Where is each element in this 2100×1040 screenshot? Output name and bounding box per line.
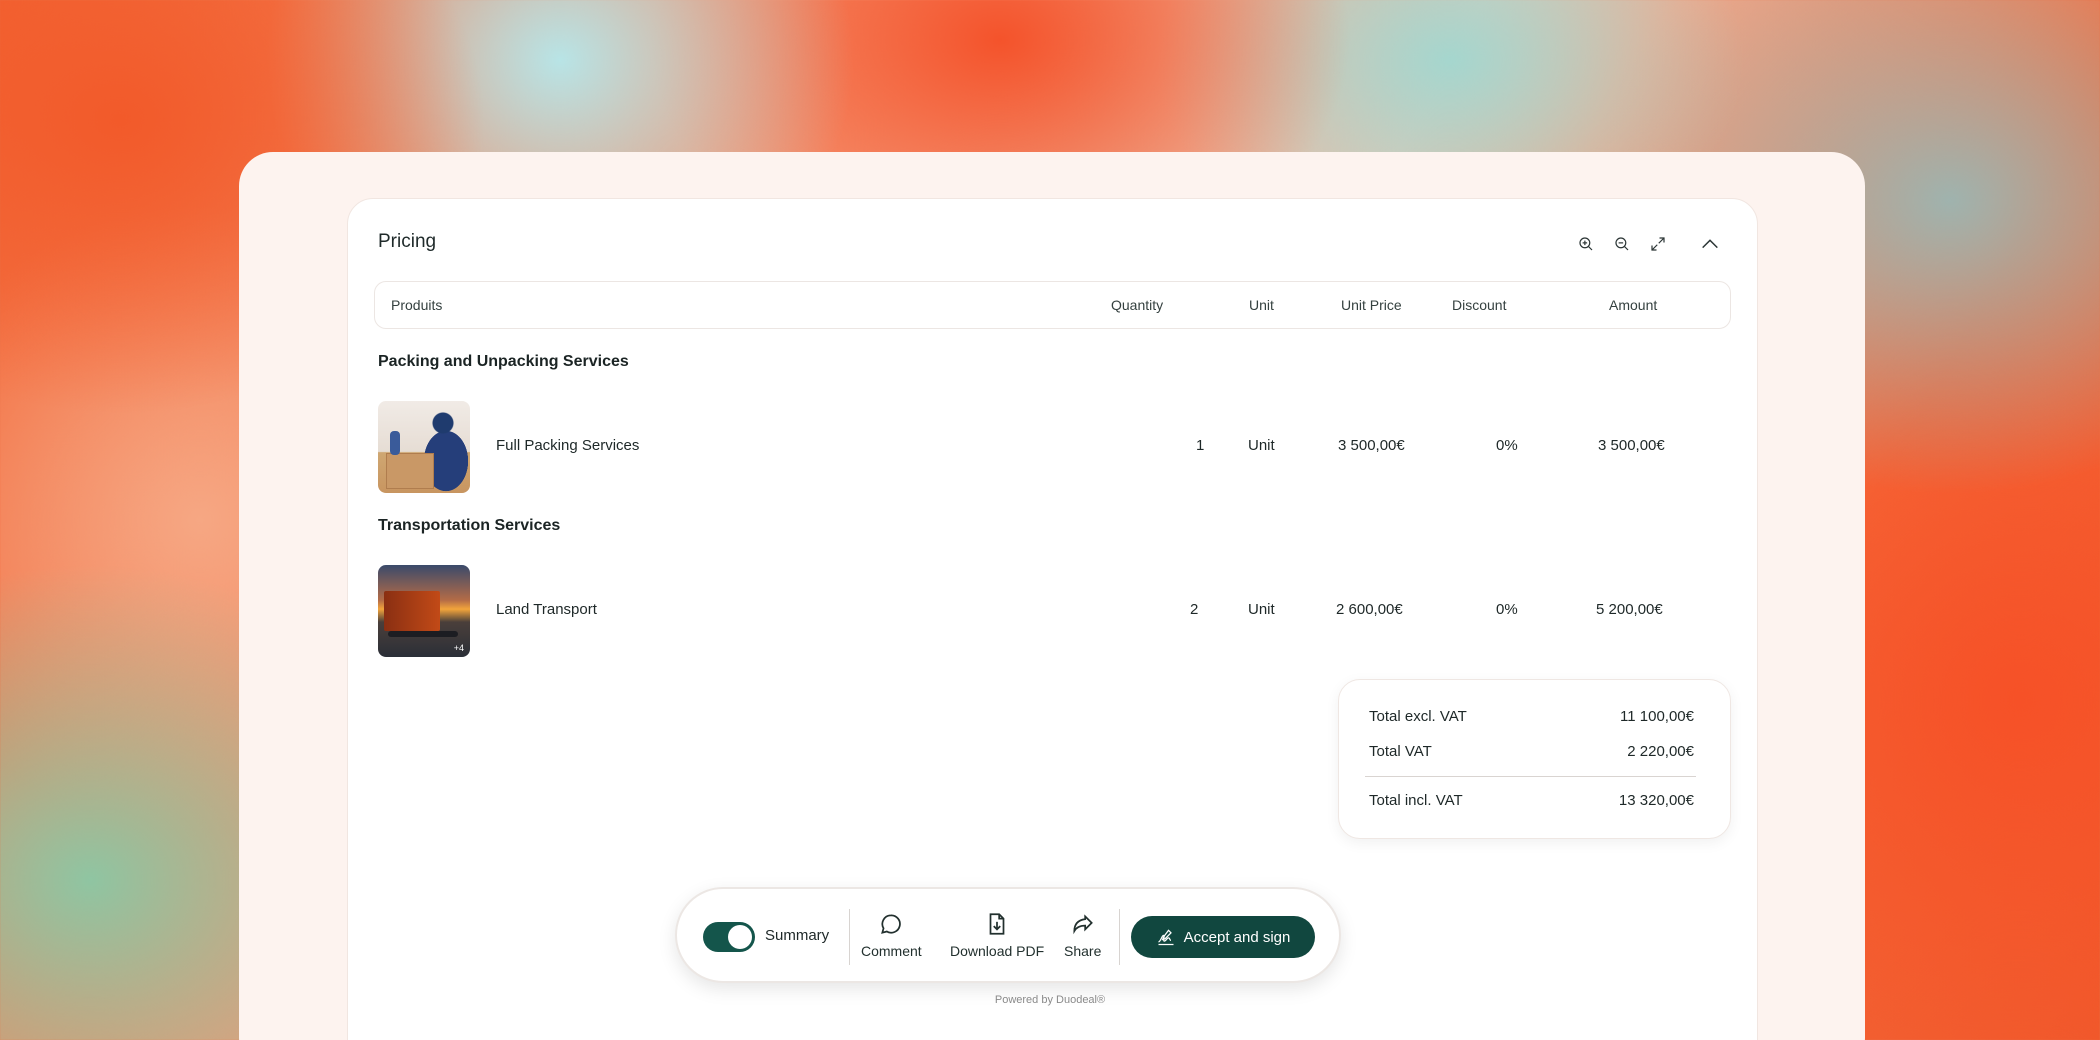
comment-icon <box>881 914 902 934</box>
comment-label: Comment <box>861 943 922 959</box>
download-icon <box>989 913 1005 935</box>
share-button[interactable]: Share <box>1064 911 1101 959</box>
signature-icon <box>1157 929 1174 946</box>
unit-price-value: 2 600,00€ <box>1336 601 1403 618</box>
unit-value: Unit <box>1248 437 1275 454</box>
table-row[interactable]: Full Packing Services 1 Unit 3 500,00€ 0… <box>378 401 1718 493</box>
col-amount: Amount <box>1609 297 1658 313</box>
discount-value: 0% <box>1496 437 1518 454</box>
table-header: Produits Quantity Unit Unit Price Discou… <box>374 281 1731 329</box>
product-name: Full Packing Services <box>496 437 640 454</box>
total-incl-value: 13 320,00€ <box>1618 792 1694 809</box>
amount-value: 5 200,00€ <box>1596 601 1663 618</box>
collapse-button[interactable] <box>1697 233 1723 255</box>
unit-value: Unit <box>1248 601 1275 618</box>
chevron-up-icon <box>1702 239 1718 249</box>
total-excl-value: 11 100,00€ <box>1620 708 1694 725</box>
divider <box>1119 909 1120 965</box>
download-pdf-button[interactable]: Download PDF <box>950 911 1044 959</box>
total-vat: Total VAT 2 220,00€ <box>1369 743 1694 760</box>
amount-value: 3 500,00€ <box>1598 437 1665 454</box>
unit-price-value: 3 500,00€ <box>1338 437 1405 454</box>
expand-icon <box>1651 237 1665 251</box>
zoom-out-icon <box>1615 237 1629 251</box>
totals-divider <box>1365 776 1696 777</box>
powered-by: Powered by Duodeal® <box>994 994 1106 1006</box>
quantity-value: 2 <box>1190 601 1199 618</box>
total-excl-label: Total excl. VAT <box>1369 708 1467 725</box>
product-name: Land Transport <box>496 601 597 618</box>
totals-panel: Total excl. VAT 11 100,00€ Total VAT 2 2… <box>1338 679 1731 839</box>
pricing-toolbar <box>1575 233 1723 255</box>
product-image <box>378 401 470 493</box>
total-incl-label: Total incl. VAT <box>1369 792 1463 809</box>
toggle-knob <box>728 925 752 949</box>
col-products: Produits <box>391 297 443 313</box>
col-unit-price: Unit Price <box>1341 297 1402 313</box>
accept-and-sign-button[interactable]: Accept and sign <box>1131 916 1315 958</box>
share-label: Share <box>1064 943 1102 959</box>
section-title: Packing and Unpacking Services <box>378 353 629 370</box>
total-vat-label: Total VAT <box>1369 743 1432 760</box>
table-row[interactable]: +4 Land Transport 2 Unit 2 600,00€ 0% 5 … <box>378 565 1718 657</box>
zoom-out-button[interactable] <box>1611 233 1633 255</box>
col-discount: Discount <box>1452 297 1507 313</box>
total-excl-vat: Total excl. VAT 11 100,00€ <box>1369 708 1694 725</box>
zoom-in-icon <box>1579 237 1593 251</box>
col-unit: Unit <box>1249 297 1274 313</box>
download-label: Download PDF <box>950 943 1045 959</box>
comment-button[interactable]: Comment <box>861 911 922 959</box>
quantity-value: 1 <box>1196 437 1205 454</box>
zoom-in-button[interactable] <box>1575 233 1597 255</box>
share-icon <box>1073 914 1093 935</box>
col-quantity: Quantity <box>1111 297 1164 313</box>
divider <box>849 909 850 965</box>
pricing-title: Pricing <box>378 231 437 252</box>
expand-button[interactable] <box>1647 233 1669 255</box>
action-bar: Summary Comment Download PDF Share Accep… <box>675 887 1341 983</box>
total-vat-value: 2 220,00€ <box>1627 743 1694 760</box>
product-image: +4 <box>378 565 470 657</box>
total-incl-vat: Total incl. VAT 13 320,00€ <box>1369 792 1694 809</box>
section-title: Transportation Services <box>378 517 561 534</box>
image-count-badge: +4 <box>453 643 464 653</box>
discount-value: 0% <box>1496 601 1518 618</box>
summary-label: Summary <box>765 927 830 944</box>
accept-label: Accept and sign <box>1183 928 1291 946</box>
summary-toggle[interactable] <box>703 922 755 952</box>
